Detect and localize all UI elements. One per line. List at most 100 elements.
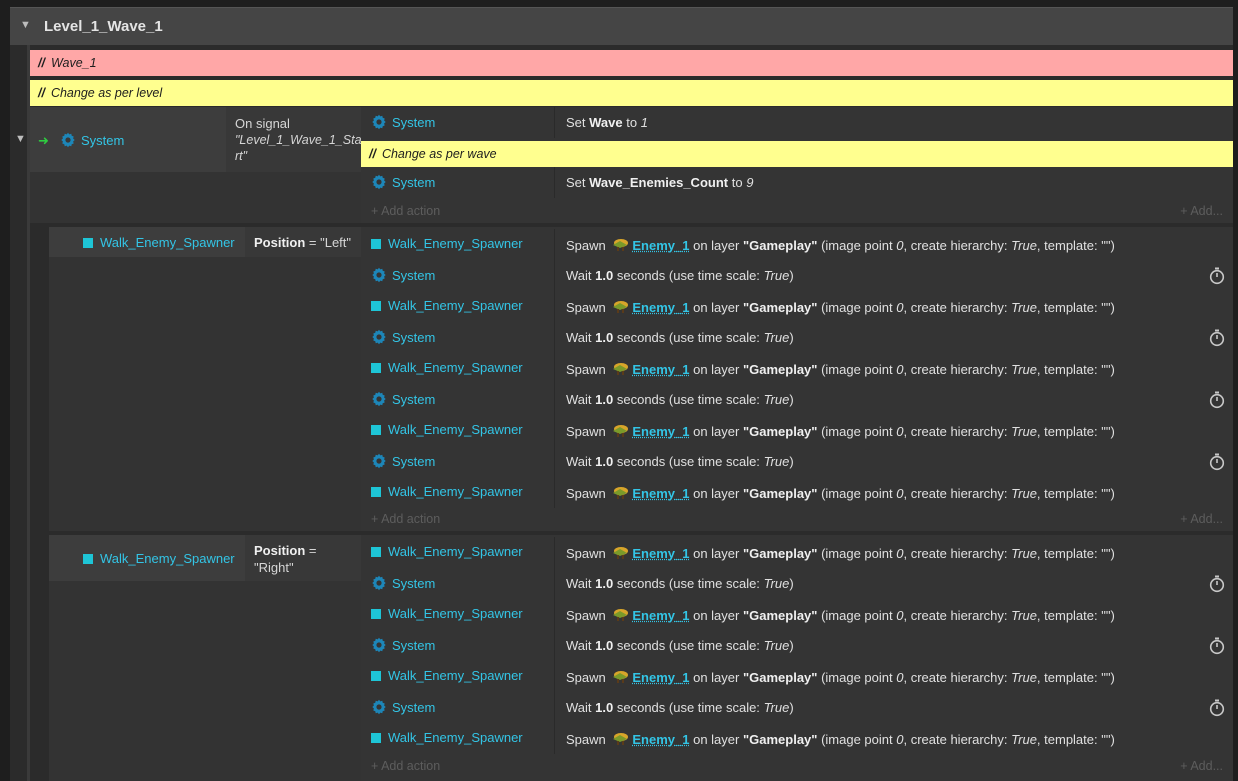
action-spawn[interactable]: Walk_Enemy_Spawner Spawn Enemy_1 on laye… (361, 477, 1233, 508)
action-object: Walk_Enemy_Spawner (371, 544, 523, 559)
add-more-button[interactable]: + Add... (1180, 204, 1223, 218)
action-object: Walk_Enemy_Spawner (371, 422, 523, 437)
divider (554, 353, 555, 384)
condition-text: Position = "Left" (254, 235, 352, 250)
condition-object[interactable]: Walk_Enemy_Spawner (83, 235, 235, 250)
triangle-down-icon[interactable]: ▼ (15, 133, 26, 145)
condition-value: "Right" (254, 560, 294, 575)
action-spawn[interactable]: Walk_Enemy_Spawner Spawn Enemy_1 on laye… (361, 537, 1233, 568)
action-text: Set Wave to 1 (566, 115, 648, 130)
stopwatch-icon (1209, 267, 1225, 285)
action-wait[interactable]: System Wait 1.0 seconds (use time scale:… (361, 384, 1233, 415)
cyan-square-icon (83, 238, 93, 248)
action-object: System (371, 267, 435, 283)
gear-icon (371, 114, 387, 130)
gear-icon (371, 637, 387, 653)
stopwatch-icon (1209, 391, 1225, 409)
add-action-row: + Add action + Add... (361, 507, 1233, 531)
condition-row[interactable]: ➜ System On signal "Level_1_Wave_1_Sta r… (30, 107, 362, 172)
enemy-sprite-icon (610, 607, 630, 621)
action-text: Wait 1.0 seconds (use time scale: True) (566, 700, 794, 715)
condition-row[interactable]: Walk_Enemy_Spawner Position = "Right" (49, 535, 361, 581)
action-wait[interactable]: System Wait 1.0 seconds (use time scale:… (361, 322, 1233, 353)
action-text: Wait 1.0 seconds (use time scale: True) (566, 638, 794, 653)
divider (554, 291, 555, 322)
action-text: Wait 1.0 seconds (use time scale: True) (566, 454, 794, 469)
event-group-header[interactable]: ▼ Level_1_Wave_1 (10, 7, 1233, 45)
cyan-square-icon (371, 363, 381, 373)
action-object: System (371, 174, 435, 190)
condition-cell[interactable]: Position = "Left" (245, 227, 361, 257)
action-wait[interactable]: System Wait 1.0 seconds (use time scale:… (361, 260, 1233, 291)
enemy-sprite-icon (610, 423, 630, 437)
gear-icon (371, 391, 387, 407)
triangle-down-icon[interactable]: ▼ (20, 19, 31, 31)
action-text: Spawn Enemy_1 on layer "Gameplay" (image… (566, 670, 1115, 685)
add-action-button[interactable]: + Add action (371, 204, 440, 218)
action-text: Spawn Enemy_1 on layer "Gameplay" (image… (566, 732, 1115, 747)
gear-icon (371, 174, 387, 190)
action-object: Walk_Enemy_Spawner (371, 360, 523, 375)
action-wait[interactable]: System Wait 1.0 seconds (use time scale:… (361, 630, 1233, 661)
cyan-square-icon (371, 609, 381, 619)
comment-text: Change as per wave (381, 147, 497, 161)
comment-text: Change as per level (50, 86, 163, 100)
action-wait[interactable]: System Wait 1.0 seconds (use time scale:… (361, 692, 1233, 723)
action-object: Walk_Enemy_Spawner (371, 236, 523, 251)
action-set-enemy-count[interactable]: System Set Wave_Enemies_Count to 9 (361, 167, 1233, 198)
add-more-button[interactable]: + Add... (1180, 512, 1223, 526)
condition-object[interactable]: Walk_Enemy_Spawner (83, 551, 235, 566)
action-text: Spawn Enemy_1 on layer "Gameplay" (image… (566, 607, 1115, 623)
add-action-button[interactable]: + Add action (371, 512, 440, 526)
comment-level[interactable]: // Change as per level (30, 80, 1233, 106)
action-object: Walk_Enemy_Spawner (371, 606, 523, 621)
add-action-button[interactable]: + Add action (371, 759, 440, 773)
comment-slashes: // (369, 147, 376, 161)
action-spawn[interactable]: Walk_Enemy_Spawner Spawn Enemy_1 on laye… (361, 723, 1233, 754)
action-object: System (371, 391, 435, 407)
cyan-square-icon (371, 425, 381, 435)
cyan-square-icon (371, 733, 381, 743)
action-spawn[interactable]: Walk_Enemy_Spawner Spawn Enemy_1 on laye… (361, 599, 1233, 630)
condition-row[interactable]: Walk_Enemy_Spawner Position = "Left" (49, 227, 361, 257)
stopwatch-icon (1209, 699, 1225, 717)
action-object: System (371, 453, 435, 469)
action-text: Wait 1.0 seconds (use time scale: True) (566, 330, 794, 345)
condition-text: Position = (254, 543, 317, 558)
action-text: Spawn Enemy_1 on layer "Gameplay" (image… (566, 238, 1115, 253)
add-more-button[interactable]: + Add... (1180, 759, 1223, 773)
action-wait[interactable]: System Wait 1.0 seconds (use time scale:… (361, 446, 1233, 477)
comment-wave-change[interactable]: // Change as per wave (361, 141, 1233, 167)
action-spawn[interactable]: Walk_Enemy_Spawner Spawn Enemy_1 on laye… (361, 661, 1233, 692)
action-wait[interactable]: System Wait 1.0 seconds (use time scale:… (361, 568, 1233, 599)
cyan-square-icon (371, 671, 381, 681)
action-object: Walk_Enemy_Spawner (371, 730, 523, 745)
divider (554, 568, 555, 599)
action-set-wave[interactable]: System Set Wave to 1 (361, 107, 1233, 138)
divider (554, 167, 555, 198)
action-spawn[interactable]: Walk_Enemy_Spawner Spawn Enemy_1 on laye… (361, 229, 1233, 260)
condition-object[interactable]: System (60, 132, 124, 148)
divider (554, 384, 555, 415)
comment-wave[interactable]: // Wave_1 (30, 50, 1233, 76)
condition-cell[interactable]: On signal "Level_1_Wave_1_Sta rt" (226, 107, 362, 172)
action-spawn[interactable]: Walk_Enemy_Spawner Spawn Enemy_1 on laye… (361, 415, 1233, 446)
action-object: System (371, 114, 435, 130)
action-spawn[interactable]: Walk_Enemy_Spawner Spawn Enemy_1 on laye… (361, 291, 1233, 322)
add-action-row: + Add action + Add... (361, 199, 1233, 223)
action-text: Spawn Enemy_1 on layer "Gameplay" (image… (566, 485, 1115, 501)
arrow-right-icon: ➜ (38, 133, 49, 148)
comment-slashes: // (38, 56, 45, 70)
stopwatch-icon (1209, 329, 1225, 347)
divider (554, 661, 555, 692)
action-spawn[interactable]: Walk_Enemy_Spawner Spawn Enemy_1 on laye… (361, 353, 1233, 384)
enemy-sprite-icon (610, 485, 630, 499)
condition-cell[interactable]: Position = "Right" (245, 535, 361, 581)
condition-signal-name-cont: rt" (235, 149, 248, 163)
action-text: Spawn Enemy_1 on layer "Gameplay" (image… (566, 362, 1115, 377)
gear-icon (371, 329, 387, 345)
gear-icon (60, 132, 76, 148)
action-object: System (371, 329, 435, 345)
divider (554, 723, 555, 754)
group-title: Level_1_Wave_1 (44, 18, 163, 35)
